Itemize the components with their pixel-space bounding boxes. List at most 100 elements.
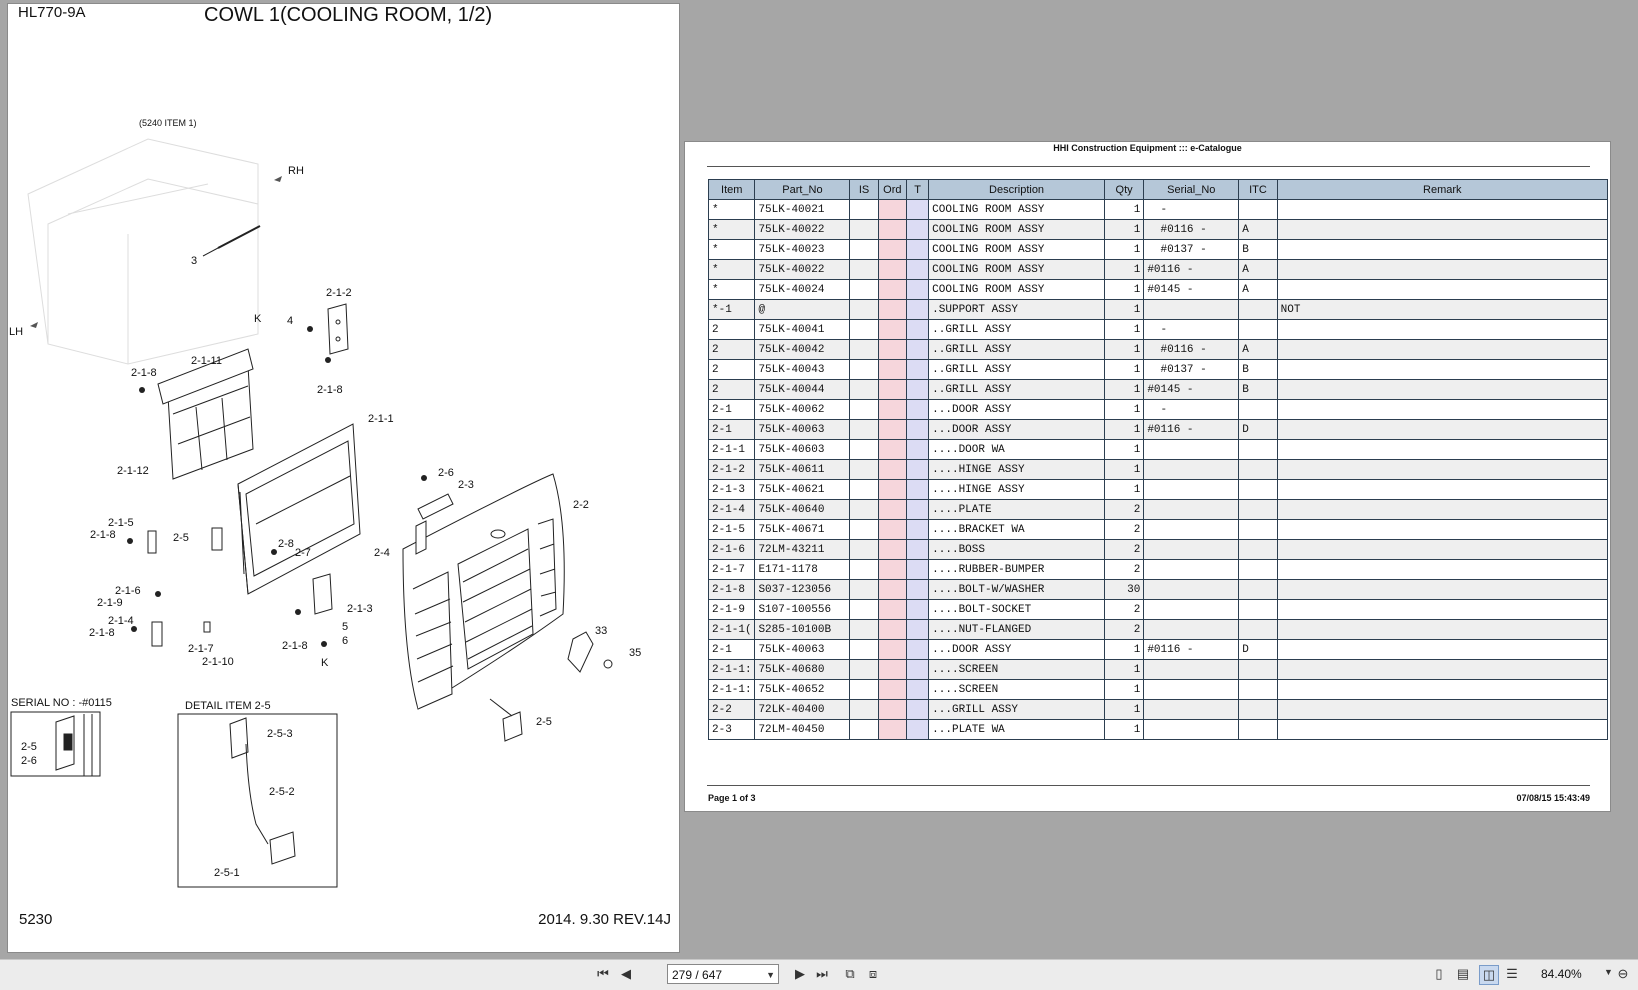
prev-page-icon[interactable]: ◀ — [617, 965, 635, 983]
cell-t — [905, 219, 930, 240]
cell-qty: 1 — [1103, 719, 1145, 740]
col-itc[interactable]: ITC — [1238, 179, 1278, 200]
page-number-input[interactable]: 279 / 647 ▼ — [667, 964, 779, 984]
cell-ord — [877, 339, 907, 360]
table-row[interactable]: 2-1-7 E171-1178 ....RUBBER-BUMPER 2 — [707, 559, 1609, 580]
col-is[interactable]: IS — [849, 179, 879, 200]
callout-k-bottom: K — [321, 657, 329, 669]
first-page-icon[interactable]: ⏮ — [594, 965, 612, 983]
table-row[interactable]: 2-1-1 75LK-40603 ....DOOR WA 1 — [707, 439, 1609, 460]
col-t[interactable]: T — [905, 179, 930, 200]
table-row[interactable]: 2-1-2 75LK-40611 ....HINGE ASSY 1 — [707, 459, 1609, 480]
callout-2-4: 2-4 — [374, 547, 390, 559]
cell-t — [905, 559, 930, 580]
col-remark[interactable]: Remark — [1276, 179, 1609, 200]
table-row[interactable]: 2 75LK-40041 ..GRILL ASSY 1 - — [707, 319, 1609, 340]
lock-2-5 — [489, 698, 523, 742]
table-row[interactable]: * 75LK-40024 COOLING ROOM ASSY 1 #0145 -A — [707, 279, 1609, 300]
cell-serial-no — [1143, 619, 1240, 640]
cell-t — [905, 379, 930, 400]
table-row[interactable]: 2-1-3 75LK-40621 ....HINGE ASSY 1 — [707, 479, 1609, 500]
table-row[interactable]: 2-1 75LK-40062 ...DOOR ASSY 1 - — [707, 399, 1609, 420]
table-row[interactable]: 2-1-9 S107-100556 ....BOLT-SOCKET 2 — [707, 599, 1609, 620]
cell-ord — [877, 699, 907, 720]
cell-t — [905, 399, 930, 420]
zoom-out-icon[interactable]: ⊖ — [1614, 965, 1632, 983]
table-row[interactable]: 2-1-1: 75LK-40680 ....SCREEN 1 — [707, 659, 1609, 680]
cell-itc: A — [1238, 219, 1278, 240]
table-row[interactable]: 2-3 72LM-40450 ...PLATE WA 1 — [707, 719, 1609, 740]
callout-2-8: 2-8 — [278, 538, 294, 550]
cell-t — [905, 619, 930, 640]
cell-is — [849, 619, 879, 640]
table-row[interactable]: 2-1-6 72LM-43211 ....BOSS 2 — [707, 539, 1609, 560]
table-row[interactable]: 2-1-5 75LK-40671 ....BRACKET WA 2 — [707, 519, 1609, 540]
cell-serial-no — [1143, 479, 1240, 500]
table-row[interactable]: 2-1-1: 75LK-40652 ....SCREEN 1 — [707, 679, 1609, 700]
cell-qty: 1 — [1103, 299, 1145, 320]
table-row[interactable]: 2-1-8 S037-123056 ....BOLT-W/WASHER 30 — [707, 579, 1609, 600]
col-description[interactable]: Description — [928, 179, 1105, 200]
cell-qty: 1 — [1103, 419, 1145, 440]
cell-is — [849, 299, 879, 320]
table-row[interactable]: 2-1-4 75LK-40640 ....PLATE 2 — [707, 499, 1609, 520]
table-row[interactable]: 2-1 75LK-40063 ...DOOR ASSY 1 #0116 -D — [707, 639, 1609, 660]
cell-itc — [1238, 519, 1278, 540]
cell-item: * — [707, 279, 756, 300]
table-row[interactable]: * 75LK-40022 COOLING ROOM ASSY 1 #0116 -A — [707, 219, 1609, 240]
col-item[interactable]: Item — [707, 179, 756, 200]
table-row[interactable]: 2-1 75LK-40063 ...DOOR ASSY 1 #0116 -D — [707, 419, 1609, 440]
next-page-icon[interactable]: ▶ — [791, 965, 809, 983]
facing-icon[interactable]: ◫ — [1479, 965, 1499, 985]
cell-serial-no — [1143, 579, 1240, 600]
continuous-icon[interactable]: ▤ — [1454, 965, 1472, 983]
zoom-level[interactable]: 84.40% — [1541, 967, 1582, 981]
col-qty[interactable]: Qty — [1103, 179, 1145, 200]
cell-ord — [877, 359, 907, 380]
col-ord[interactable]: Ord — [877, 179, 907, 200]
cell-remark — [1276, 699, 1609, 720]
zoom-dropdown-icon[interactable]: ▼ — [1604, 967, 1613, 977]
cell-t — [905, 519, 930, 540]
catalogue-header: HHI Construction Equipment ::: e-Catalog… — [1053, 143, 1242, 153]
cell-qty: 2 — [1103, 519, 1145, 540]
table-row[interactable]: 2 75LK-40044 ..GRILL ASSY 1 #0145 -B — [707, 379, 1609, 400]
cell-itc — [1238, 319, 1278, 340]
cell-description: COOLING ROOM ASSY — [928, 239, 1105, 260]
cell-part-no: 75LK-40022 — [754, 219, 851, 240]
fit-page-icon[interactable]: ⧉ — [841, 965, 859, 983]
cell-is — [849, 459, 879, 480]
cell-t — [905, 359, 930, 380]
callout-2-5-2: 2-5-2 — [269, 786, 295, 798]
cell-part-no: S285-10100B — [754, 619, 851, 640]
cell-description: ....SCREEN — [928, 679, 1105, 700]
table-row[interactable]: 2 75LK-40043 ..GRILL ASSY 1 #0137 -B — [707, 359, 1609, 380]
facing-continuous-icon[interactable]: ☰ — [1503, 965, 1521, 983]
cell-item: 2-1-1 — [707, 439, 756, 460]
table-row[interactable]: * 75LK-40021 COOLING ROOM ASSY 1 - — [707, 199, 1609, 220]
cell-description: ....RUBBER-BUMPER — [928, 559, 1105, 580]
page-dropdown-icon[interactable]: ▼ — [766, 965, 775, 985]
callout-2-1-2: 2-1-2 — [326, 287, 352, 299]
table-row[interactable]: * 75LK-40022 COOLING ROOM ASSY 1 #0116 -A — [707, 259, 1609, 280]
col-part-no[interactable]: Part_No — [754, 179, 851, 200]
last-page-icon[interactable]: ⏭ — [813, 965, 831, 983]
table-row[interactable]: 2-2 72LK-40400 ...GRILL ASSY 1 — [707, 699, 1609, 720]
cell-qty: 1 — [1103, 359, 1145, 380]
cell-ord — [877, 439, 907, 460]
table-row[interactable]: * 75LK-40023 COOLING ROOM ASSY 1 #0137 -B — [707, 239, 1609, 260]
col-serial-no[interactable]: Serial_No — [1143, 179, 1240, 200]
cell-description: ....BOLT-SOCKET — [928, 599, 1105, 620]
table-row[interactable]: 2-1-1(S285-10100B ....NUT-FLANGED 2 — [707, 619, 1609, 640]
table-row[interactable]: *-1 @ .SUPPORT ASSY 1 NOT — [707, 299, 1609, 320]
cell-part-no: 75LK-40024 — [754, 279, 851, 300]
cell-part-no: 75LK-40021 — [754, 199, 851, 220]
table-row[interactable]: 2 75LK-40042 ..GRILL ASSY 1 #0116 -A — [707, 339, 1609, 360]
single-page-icon[interactable]: ▯ — [1430, 965, 1448, 983]
cell-t — [905, 459, 930, 480]
callout-2-5-b: 2-5 — [536, 716, 552, 728]
cell-description: ...PLATE WA — [928, 719, 1105, 740]
cell-is — [849, 719, 879, 740]
detail-label: DETAIL ITEM 2-5 — [185, 700, 271, 712]
fit-width-icon[interactable]: ⧈ — [864, 965, 882, 983]
